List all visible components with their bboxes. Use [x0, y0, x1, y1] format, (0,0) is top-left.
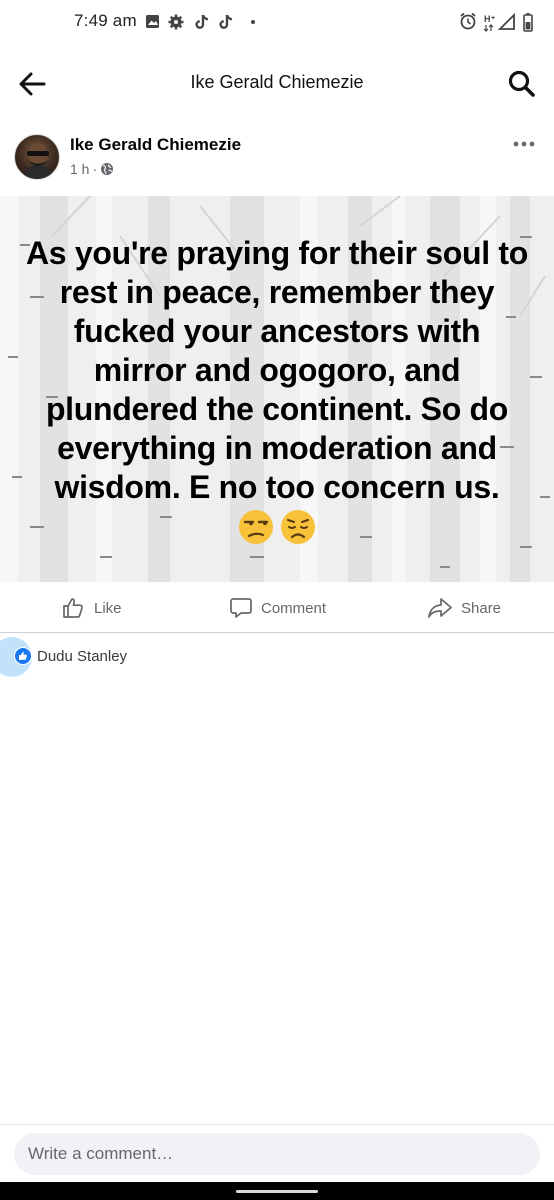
- battery-icon: [523, 13, 533, 32]
- page-title: Ike Gerald Chiemezie: [190, 72, 364, 92]
- reactions-row[interactable]: Dudu Stanley: [0, 637, 554, 677]
- post-content: As you're praying for their soul to rest…: [0, 196, 554, 582]
- reactor-name: Dudu Stanley: [37, 648, 128, 665]
- unamused-face-emoji: [239, 510, 273, 544]
- tiktok-icon: [195, 14, 209, 29]
- post-time[interactable]: 1 h: [70, 161, 89, 177]
- signal-icon: [497, 12, 515, 30]
- svg-text:H: H: [484, 14, 491, 24]
- search-icon[interactable]: [506, 68, 538, 100]
- like-reaction-icon: [14, 647, 32, 665]
- hplus-icon: H +: [483, 14, 495, 32]
- home-gesture-handle[interactable]: [236, 1190, 318, 1193]
- share-button[interactable]: Share: [427, 595, 501, 621]
- system-nav-bar: [0, 1182, 554, 1200]
- author-name[interactable]: Ike Gerald Chiemezie: [70, 135, 241, 155]
- comment-icon: [230, 598, 252, 618]
- globe-icon: [101, 163, 114, 175]
- post-text: As you're praying for their soul to rest…: [25, 235, 529, 505]
- gear-icon: [168, 14, 184, 30]
- status-left-icons: [146, 14, 255, 30]
- like-button[interactable]: Like: [62, 595, 122, 621]
- status-right-icons: H +: [460, 12, 533, 32]
- like-label: Like: [94, 599, 122, 617]
- post-header: Ike Gerald Chiemezie 1 h ·: [0, 120, 554, 196]
- post-actions: Like Comment Share: [0, 583, 554, 633]
- more-dots-icon[interactable]: [510, 136, 538, 152]
- comment-bar: [0, 1124, 554, 1182]
- comment-input[interactable]: [14, 1133, 540, 1175]
- status-bar: 7:49 am H +: [0, 0, 554, 48]
- tiktok-icon: [219, 14, 233, 29]
- post-meta: 1 h ·: [70, 161, 114, 177]
- gallery-icon: [146, 15, 159, 28]
- svg-text:+: +: [491, 15, 495, 22]
- comment-label: Comment: [261, 599, 327, 617]
- dot-icon: [251, 20, 255, 24]
- share-label: Share: [461, 599, 502, 617]
- comment-button[interactable]: Comment: [229, 595, 326, 621]
- meta-separator: ·: [92, 161, 98, 177]
- disappointed-face-emoji: [281, 510, 315, 544]
- thumbs-up-icon: [63, 598, 83, 618]
- share-icon: [428, 598, 452, 618]
- avatar[interactable]: [14, 134, 60, 180]
- status-time: 7:49 am: [74, 11, 137, 30]
- app-header: Ike Gerald Chiemezie: [0, 48, 554, 120]
- alarm-icon: [460, 12, 476, 30]
- emoji-row: [0, 508, 554, 546]
